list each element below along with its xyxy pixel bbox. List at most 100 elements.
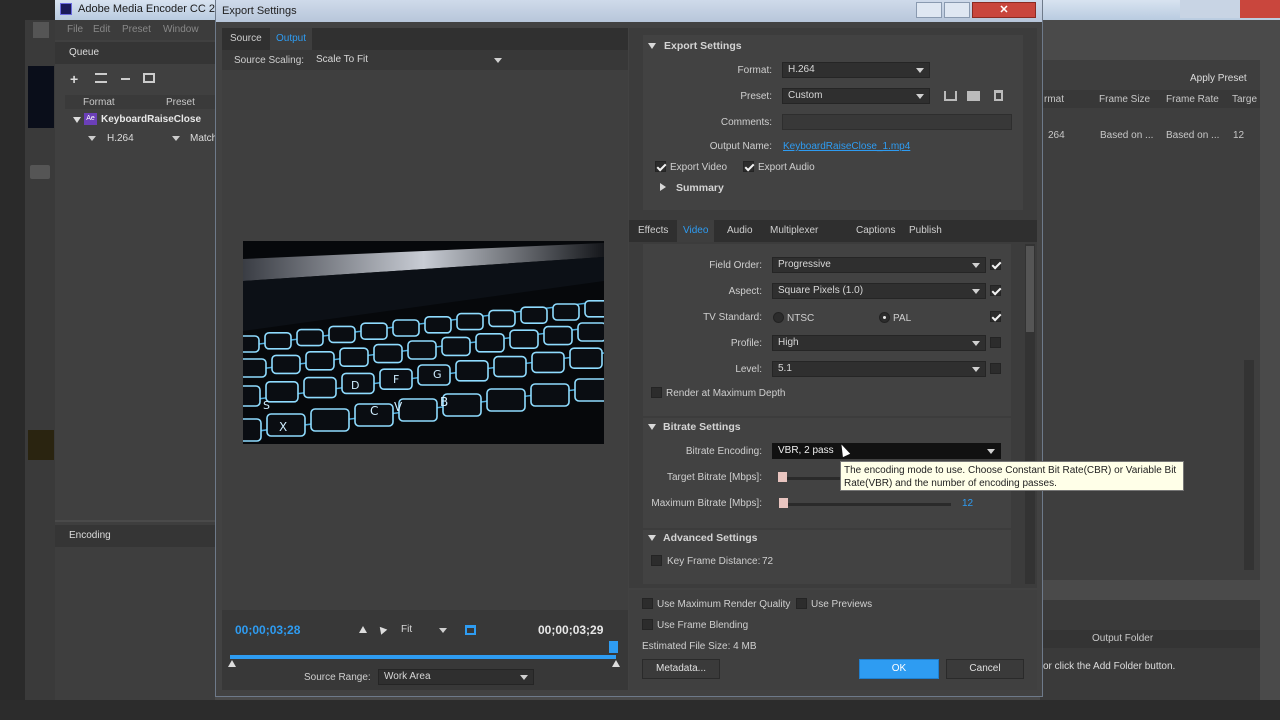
tab-publish[interactable]: Publish [903,220,948,242]
pal-radio[interactable] [879,312,890,323]
queue-preset-dropdown-icon[interactable] [172,136,180,141]
save-preset-icon[interactable] [944,91,957,101]
fit-dropdown[interactable]: Fit [395,622,453,638]
max-bitrate-label: Maximum Bitrate [Mbps]: [651,498,762,509]
target-bitrate-thumb[interactable] [778,472,787,482]
apply-preset-button[interactable]: Apply Preset [1190,73,1247,84]
field-order-dropdown[interactable]: Progressive [772,257,986,273]
cancel-button[interactable]: Cancel [946,659,1024,679]
export-audio-checkbox[interactable] [743,161,754,172]
dialog-maximize-button[interactable] [944,2,970,18]
queue-item-format[interactable]: H.264 [107,133,134,144]
key-frame-checkbox[interactable] [651,555,662,566]
dialog-minimize-button[interactable] [916,2,942,18]
app-logo-icon [60,3,72,15]
ntsc-radio[interactable] [773,312,784,323]
settings-sliders-icon[interactable] [95,73,107,83]
keycap-outline [310,408,350,432]
level-dropdown[interactable]: 5.1 [772,361,986,377]
aspect-match-checkbox[interactable] [990,285,1001,296]
output-name-link[interactable]: KeyboardRaiseClose_1.mp4 [783,141,910,152]
tv-standard-match-checkbox[interactable] [990,311,1001,322]
max-bitrate-thumb[interactable] [779,498,788,508]
key-frame-value[interactable]: 72 [762,556,773,567]
queue-format-dropdown-icon[interactable] [88,136,96,141]
timecode-start[interactable]: 00;00;03;28 [235,623,300,637]
render-max-depth-checkbox[interactable] [651,387,662,398]
tab-effects[interactable]: Effects [632,220,674,242]
keycap-outline [569,347,603,369]
keycap-outline [392,319,420,337]
queue-item-preset[interactable]: Match [190,133,217,144]
dialog-close-button[interactable]: ✕ [972,2,1036,18]
queue-item-expand-icon[interactable] [73,117,81,123]
right-header-format: rmat [1044,94,1064,105]
aspect-dropdown[interactable]: Square Pixels (1.0) [772,283,986,299]
add-source-icon[interactable]: + [70,71,78,87]
right-scrollbar[interactable] [1244,360,1254,570]
selection-tool-icon[interactable] [33,22,49,38]
summary-expand-icon[interactable] [660,183,666,191]
tab-source[interactable]: Source [224,28,268,50]
comments-field[interactable] [782,114,1012,130]
chevron-down-icon [987,449,995,454]
max-bitrate-track[interactable] [783,503,951,506]
max-bitrate-value[interactable]: 12 [962,498,973,509]
in-point-handle[interactable] [228,660,236,667]
target-bitrate-track[interactable] [783,477,841,480]
right-cell-format: 264 [1048,130,1065,141]
export-video-checkbox[interactable] [655,161,666,172]
keycap-outline [243,385,261,407]
remove-icon[interactable] [121,78,130,80]
keycap-g: G [433,368,442,381]
max-render-quality-checkbox[interactable] [642,598,653,609]
delete-preset-icon[interactable] [994,90,1003,101]
app-menu-window[interactable]: Window [163,24,199,35]
duplicate-icon[interactable] [143,73,155,83]
encoding-tab[interactable]: Encoding [69,530,111,541]
export-settings-collapse-icon[interactable] [648,43,656,49]
queue-tab[interactable]: Queue [69,47,99,58]
app-menu-file[interactable]: File [67,24,83,35]
profile-match-checkbox[interactable] [990,337,1001,348]
level-match-checkbox[interactable] [990,363,1001,374]
use-previews-checkbox[interactable] [796,598,807,609]
import-preset-icon[interactable] [967,91,980,101]
keycap-outline [296,328,324,347]
tab-multiplexer[interactable]: Multiplexer [764,220,824,242]
set-in-point-icon[interactable] [359,626,367,633]
preset-dropdown[interactable]: Custom [782,88,930,104]
app-menu-edit[interactable]: Edit [93,24,110,35]
bitrate-collapse-icon[interactable] [648,424,656,430]
settings-scrollbar-thumb[interactable] [1026,246,1034,332]
profile-dropdown[interactable]: High [772,335,986,351]
right-header-frame-size: Frame Size [1099,94,1151,105]
chevron-down-icon [520,675,528,680]
queue-item-name[interactable]: KeyboardRaiseClose [101,114,201,125]
tab-captions[interactable]: Captions [850,220,901,242]
source-range-dropdown[interactable]: Work Area [378,669,534,685]
frame-blending-checkbox[interactable] [642,619,653,630]
video-preview: C V B X S D F G [243,241,604,444]
app-close-button[interactable] [1240,0,1280,18]
summary-heading[interactable]: Summary [676,182,724,194]
out-point-handle[interactable] [612,660,620,667]
keycap-v: V [394,400,403,414]
search-icon[interactable] [30,165,50,179]
advanced-collapse-icon[interactable] [648,535,656,541]
export-audio-label: Export Audio [758,162,815,173]
bitrate-encoding-dropdown[interactable]: VBR, 2 pass [772,443,1001,459]
tab-video[interactable]: Video [677,220,715,242]
source-scaling-dropdown[interactable]: Scale To Fit [310,52,508,68]
format-dropdown[interactable]: H.264 [782,62,930,78]
playhead-marker[interactable] [609,641,618,653]
tab-audio[interactable]: Audio [721,220,759,242]
timeline-track[interactable] [230,655,616,659]
fit-value: Fit [401,624,413,635]
app-menu-preset[interactable]: Preset [122,24,151,35]
tab-output[interactable]: Output [270,28,313,50]
field-order-match-checkbox[interactable] [990,259,1001,270]
aspect-correction-icon[interactable] [465,625,476,635]
metadata-button[interactable]: Metadata... [642,659,720,679]
ok-button[interactable]: OK [859,659,939,679]
